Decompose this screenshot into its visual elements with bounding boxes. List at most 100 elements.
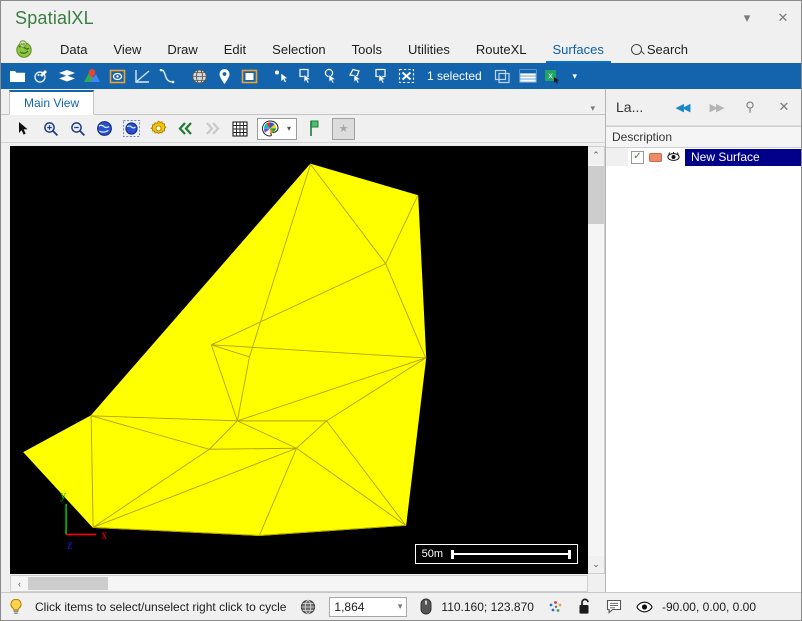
table-view-icon[interactable] [516,64,540,88]
view-toolbar: ▾ ★ [1,115,605,143]
scale-value: 1,864 [334,599,365,614]
titlebar-close-button[interactable]: ✕ [765,1,801,35]
map-pin-icon[interactable] [80,64,104,88]
scale-bar-label: 50m [421,548,443,560]
menu-item-utilities[interactable]: Utilities [395,35,463,63]
vertical-scroll-track[interactable] [588,224,604,556]
location-pin-icon[interactable] [212,64,236,88]
scale-bar-line [451,549,571,559]
tab-main-view[interactable]: Main View [9,90,95,115]
canvas-vertical-scrollbar[interactable]: ⌃ ⌄ [588,146,605,574]
eye-icon[interactable] [629,593,660,620]
menu-item-draw[interactable]: Draw [154,35,210,63]
select-rectangle-icon[interactable] [294,64,318,88]
zoom-out-icon[interactable] [65,117,90,141]
target-frame-icon[interactable] [105,64,129,88]
tabstrip-overflow-button[interactable]: ▾ [590,103,605,114]
list-item[interactable]: ✓ New Surface [606,148,801,166]
expand-right-button[interactable]: ▶▶ [699,93,733,121]
next-view-icon[interactable] [200,117,225,141]
zoom-in-icon[interactable] [38,117,63,141]
toolbar-overflow-button[interactable]: ▾ [566,65,584,87]
select-polygon-icon[interactable] [344,64,368,88]
select-box-icon[interactable] [369,64,393,88]
scale-bar: 50m [414,544,578,564]
star-icon[interactable]: ★ [332,117,355,140]
visibility-eye-icon[interactable] [667,152,680,162]
palette-tool-icon[interactable] [30,64,54,88]
unlocked-padlock-icon[interactable] [571,593,599,620]
menu-item-tools[interactable]: Tools [339,35,395,63]
canvas-container: y x z 50m ⌃ ⌄ ‹ [1,143,605,592]
globe-zoom-extent-icon[interactable] [92,117,117,141]
window-controls: ▾ ✕ [729,1,801,35]
selection-count-label: 1 selected [427,69,482,83]
chevron-down-icon[interactable]: ▾ [398,601,403,612]
app-logo-icon: AB [1,35,47,63]
layers-panel-buttons: ◀◀ ▶▶ ⚲ ✕ [665,93,801,121]
previous-view-icon[interactable] [173,117,198,141]
globe-zoom-selection-icon[interactable] [119,117,144,141]
menu-search[interactable]: Search [617,35,698,63]
cursor-coordinates: 110.160; 123.870 [441,599,534,614]
scatter-points-icon[interactable] [541,593,571,620]
settings-gear-icon[interactable] [146,117,171,141]
collapse-left-button[interactable]: ◀◀ [665,93,699,121]
measure-angle-icon[interactable] [130,64,154,88]
point-select-icon[interactable] [269,64,293,88]
layer-name[interactable]: New Surface [685,148,801,166]
layer-checkbox[interactable]: ✓ [631,150,644,164]
layers-panel-header: La... ◀◀ ▶▶ ⚲ ✕ [606,89,801,126]
palette-dropdown[interactable]: ▾ [257,117,297,140]
main-body: Main View ▾ ▾ ★ y x z 50m ⌃ ⌄ ‹ La... ◀◀… [1,89,801,592]
excel-export-icon[interactable]: X [541,64,565,88]
globe-icon[interactable] [187,64,211,88]
main-toolbar: 1 selected X ▾ [1,63,801,89]
mouse-icon [413,593,439,620]
layer-indent [606,148,628,166]
layers-panel-title: La... [616,99,644,115]
vertical-scroll-thumb[interactable] [588,166,604,224]
menu-item-edit[interactable]: Edit [211,35,259,63]
scrollbar-corner [588,575,605,592]
menu-item-selection[interactable]: Selection [259,35,338,63]
app-title: SpatialXL [15,7,94,28]
canvas-horizontal-scrollbar[interactable]: ‹ [10,575,588,592]
document-tabstrip: Main View ▾ [1,89,605,115]
menu-item-surfaces[interactable]: Surfaces [540,35,617,63]
curve-xy-icon[interactable] [155,64,179,88]
menu-item-data[interactable]: Data [47,35,100,63]
menu-item-view[interactable]: View [100,35,154,63]
pointer-arrow-icon[interactable] [11,117,36,141]
map-canvas[interactable]: y x z 50m [10,146,588,574]
document-area: Main View ▾ ▾ ★ y x z 50m ⌃ ⌄ ‹ [1,89,606,592]
status-bar: Click items to select/unselect right cli… [1,592,801,620]
horizontal-scroll-thumb[interactable] [28,577,108,590]
clear-selection-icon[interactable] [394,64,418,88]
titlebar-dropdown-button[interactable]: ▾ [729,1,765,35]
layer-color-swatch[interactable] [649,152,662,162]
color-palette-icon[interactable] [258,119,282,139]
scroll-up-button[interactable]: ⌃ [588,147,604,164]
svg-text:x: x [101,527,107,541]
pin-button[interactable]: ⚲ [733,93,767,121]
select-circle-icon[interactable] [319,64,343,88]
palette-caret-icon[interactable]: ▾ [282,119,296,139]
lightbulb-icon [1,593,31,620]
layers-list[interactable]: ✓ New Surface [606,148,801,592]
menu-item-routexl[interactable]: RouteXL [463,35,540,63]
layers-stack-icon[interactable] [55,64,79,88]
scroll-left-button[interactable]: ‹ [11,576,28,591]
scroll-down-button[interactable]: ⌄ [588,556,604,573]
search-icon [630,43,642,55]
scale-combobox[interactable]: 1,864 ▾ [329,596,408,617]
globe-small-icon[interactable] [293,593,323,620]
copy-selection-icon[interactable] [491,64,515,88]
grid-icon[interactable] [227,117,252,141]
image-frame-icon[interactable] [237,64,261,88]
note-balloon-icon[interactable] [599,593,629,620]
svg-text:y: y [60,488,66,502]
close-panel-button[interactable]: ✕ [767,93,801,121]
green-flag-icon[interactable] [302,117,327,141]
open-folder-icon[interactable] [5,64,29,88]
